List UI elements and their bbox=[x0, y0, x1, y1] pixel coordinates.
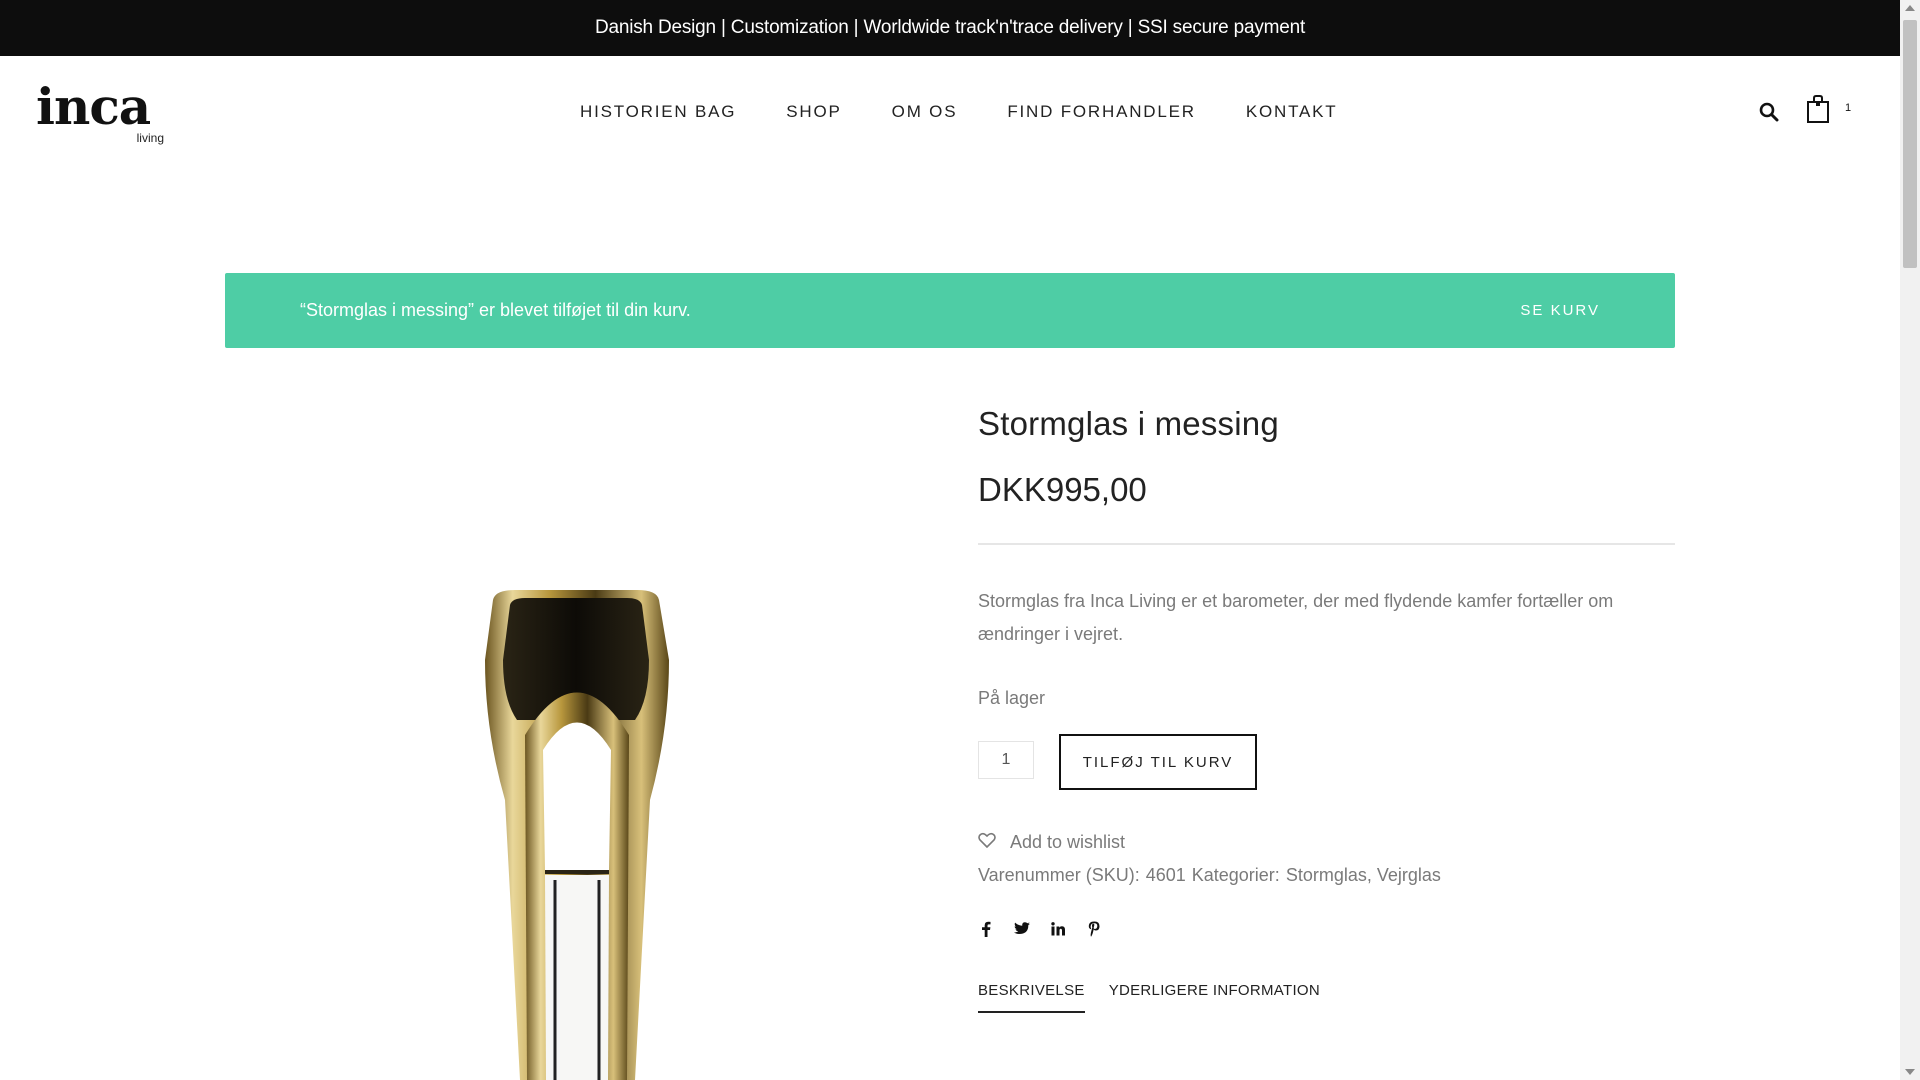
facebook-icon[interactable] bbox=[978, 921, 994, 937]
nav-item-kontakt[interactable]: KONTAKT bbox=[1246, 102, 1338, 122]
nav-item-shop[interactable]: SHOP bbox=[786, 102, 841, 122]
logo-wordmark: inca bbox=[36, 77, 151, 136]
pinterest-icon[interactable] bbox=[1086, 921, 1102, 937]
product-price: DKK995,00 bbox=[978, 471, 1147, 508]
sku-label: Varenummer (SKU): bbox=[978, 865, 1140, 885]
page-scrollbar[interactable] bbox=[1900, 0, 1920, 1080]
view-cart-link[interactable]: SE KURV bbox=[1520, 302, 1600, 319]
cart-count-badge: 1 bbox=[1845, 102, 1852, 114]
tab-yderligere-information[interactable]: YDERLIGERE INFORMATION bbox=[1109, 982, 1320, 1013]
quantity-input[interactable]: 1 bbox=[978, 741, 1034, 779]
cart-notice: “Stormglas i messing” er blevet tilføjet… bbox=[225, 273, 1675, 348]
scroll-up-arrow[interactable] bbox=[1905, 5, 1915, 11]
product-tabs: BESKRIVELSE YDERLIGERE INFORMATION bbox=[978, 982, 1675, 1013]
product-title: Stormglas i messing bbox=[978, 405, 1279, 442]
scroll-down-arrow[interactable] bbox=[1905, 1069, 1915, 1075]
heart-icon bbox=[978, 832, 996, 853]
add-to-wishlist-link[interactable]: Add to wishlist bbox=[978, 832, 1675, 853]
site-logo[interactable]: inca living bbox=[36, 77, 166, 146]
twitter-icon[interactable] bbox=[1014, 921, 1030, 937]
scrollbar-thumb[interactable] bbox=[1903, 20, 1917, 268]
search-icon[interactable] bbox=[1758, 101, 1780, 123]
announcement-bar: Danish Design | Customization | Worldwid… bbox=[0, 0, 1900, 56]
add-to-cart-button[interactable]: TILFØJ TIL KURV bbox=[1059, 734, 1257, 790]
tab-beskrivelse[interactable]: BESKRIVELSE bbox=[978, 982, 1085, 1013]
categories-links[interactable]: Stormglas, Vejrglas bbox=[1286, 865, 1441, 886]
product-image[interactable] bbox=[225, 400, 925, 1080]
announcement-text: Danish Design | Customization | Worldwid… bbox=[594, 17, 1306, 38]
social-share bbox=[978, 921, 1675, 937]
nav-item-find-forhandler[interactable]: FIND FORHANDLER bbox=[1007, 102, 1196, 122]
categories-label: Kategorier: bbox=[1191, 865, 1280, 885]
product-description: Stormglas fra Inca Living er et baromete… bbox=[978, 591, 1614, 644]
site-header: inca living HISTORIEN BAG SHOP OM OS FIN… bbox=[0, 56, 1900, 171]
shopping-bag-icon[interactable] bbox=[1806, 94, 1830, 124]
product-meta: Varenummer (SKU): 4601 Kategorier: Storm… bbox=[978, 865, 1675, 886]
sku-value: 4601 bbox=[1145, 865, 1186, 885]
wishlist-label: Add to wishlist bbox=[1010, 832, 1126, 852]
nav-item-om-os[interactable]: OM OS bbox=[892, 102, 958, 122]
stock-status: På lager bbox=[978, 688, 1046, 708]
divider bbox=[978, 543, 1675, 545]
logo-subtext: living bbox=[136, 131, 164, 145]
cart-notice-message: “Stormglas i messing” er blevet tilføjet… bbox=[300, 300, 691, 320]
product-summary: Stormglas i messing DKK995,00 Stormglas … bbox=[978, 405, 1675, 1013]
add-to-cart-form: 1 TILFØJ TIL KURV bbox=[978, 734, 1675, 790]
nav-item-historien-bag[interactable]: HISTORIEN BAG bbox=[580, 102, 736, 122]
linkedin-icon[interactable] bbox=[1050, 921, 1066, 937]
main-nav: HISTORIEN BAG SHOP OM OS FIND FORHANDLER… bbox=[580, 102, 1337, 122]
